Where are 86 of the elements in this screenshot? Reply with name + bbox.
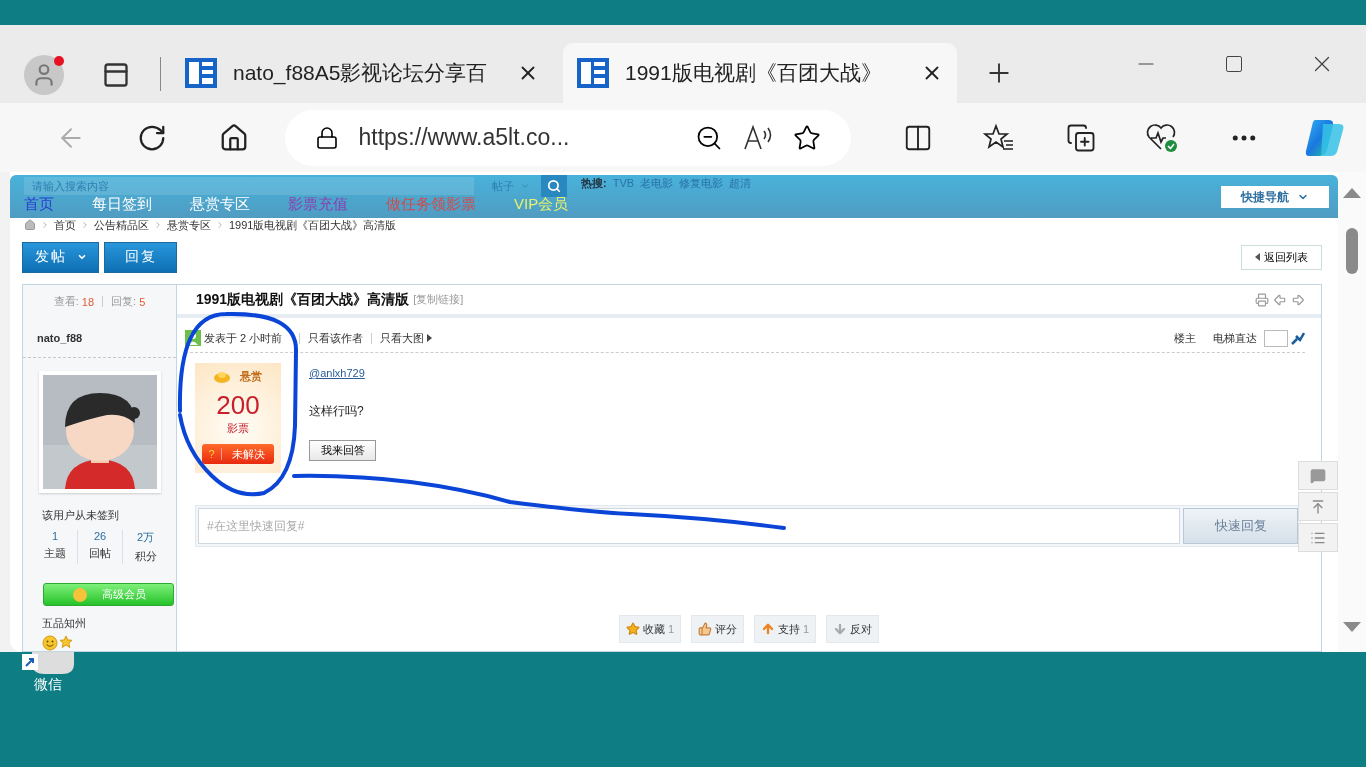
reaction-button[interactable]: 反对 bbox=[826, 615, 880, 643]
stat-value[interactable]: 26 bbox=[93, 530, 107, 542]
browser-health-icon[interactable] bbox=[1145, 122, 1180, 153]
only-author-link[interactable]: 只看该作者 bbox=[308, 330, 364, 346]
breadcrumb-separator-icon bbox=[215, 220, 225, 230]
smiley-icon bbox=[42, 635, 58, 651]
breadcrumb-separator-icon bbox=[153, 220, 163, 230]
site-favicon-icon bbox=[577, 58, 609, 88]
quick-nav-button[interactable]: 快捷导航 bbox=[1221, 186, 1329, 208]
big-images-link[interactable]: 只看大图 bbox=[380, 330, 425, 346]
user-group-badge: 高级会员 bbox=[43, 583, 174, 606]
collections-icon[interactable] bbox=[1065, 122, 1096, 153]
browser-tab[interactable]: 1991版电视剧《百团大战》 bbox=[563, 43, 957, 103]
bounty-label: 悬赏 bbox=[240, 369, 262, 384]
read-aloud-icon[interactable] bbox=[743, 124, 773, 151]
caret-icon bbox=[1255, 253, 1260, 261]
thumbs-up-icon bbox=[698, 622, 712, 636]
post-time: 发表于 2 小时前 bbox=[204, 330, 283, 346]
previous-thread-icon[interactable] bbox=[1273, 292, 1287, 307]
answer-button[interactable]: 我来回答 bbox=[309, 440, 376, 461]
hot-search-label: 热搜: bbox=[581, 175, 607, 191]
breadcrumb-link[interactable]: 首页 bbox=[54, 217, 76, 233]
comment-button[interactable] bbox=[1298, 461, 1338, 490]
thread-title: 1991版电视剧《百团大战》高清版 bbox=[196, 290, 410, 309]
quick-reply-field[interactable]: #在这里快速回复# bbox=[198, 508, 1180, 544]
jump-label: 电梯直达 bbox=[1213, 330, 1257, 346]
lock-icon[interactable] bbox=[314, 125, 339, 150]
stat-value[interactable]: 2万 bbox=[136, 530, 155, 545]
stat-label: 主题 bbox=[44, 546, 66, 561]
desktop-icon-label[interactable]: 微信 bbox=[34, 676, 62, 694]
tab-actions-icon[interactable] bbox=[102, 61, 130, 89]
reaction-button[interactable]: 支持 1 bbox=[754, 615, 817, 643]
bounty-unit: 影票 bbox=[227, 421, 249, 436]
breadcrumb-link[interactable]: 悬赏专区 bbox=[167, 217, 211, 233]
scroll-down-arrow[interactable] bbox=[1343, 622, 1361, 632]
scroll-up-arrow[interactable] bbox=[1343, 188, 1361, 198]
nav-link[interactable]: 悬赏专区 bbox=[190, 195, 250, 214]
breadcrumb-separator-icon bbox=[80, 220, 90, 230]
view-reply-stats: 查看: 18 回复: 5 bbox=[52, 294, 147, 310]
favorite-star-icon[interactable] bbox=[793, 123, 821, 152]
emoji-icon bbox=[71, 586, 88, 603]
go-icon[interactable] bbox=[1291, 331, 1305, 345]
stat-label: 回帖 bbox=[89, 546, 111, 561]
reaction-button[interactable]: 评分 bbox=[691, 615, 744, 643]
address-bar[interactable]: https://www.a5lt.co... bbox=[284, 109, 851, 166]
next-thread-icon[interactable] bbox=[1291, 292, 1305, 307]
print-icon[interactable] bbox=[1255, 292, 1269, 307]
question-mark: ? bbox=[202, 448, 222, 460]
checkin-status: 该用户从未签到 bbox=[41, 508, 120, 523]
new-post-button[interactable]: 发帖 bbox=[22, 241, 99, 273]
user-rank: 五品知州 bbox=[41, 616, 87, 631]
star-icon bbox=[625, 622, 640, 636]
mention-link[interactable]: @anlxh729 bbox=[309, 367, 376, 379]
search-icon bbox=[547, 179, 561, 193]
caret-icon bbox=[520, 181, 530, 191]
back-to-list-button[interactable]: 返回列表 bbox=[1241, 244, 1322, 270]
floor-label: 楼主 bbox=[1174, 330, 1196, 346]
comment-icon bbox=[1310, 467, 1326, 484]
bounty-amount: 200 bbox=[216, 390, 260, 421]
favorites-icon[interactable] bbox=[983, 122, 1016, 153]
nav-link[interactable]: 每日签到 bbox=[92, 195, 152, 214]
breadcrumb-separator-icon bbox=[40, 220, 50, 230]
reply-button[interactable]: 回复 bbox=[104, 241, 177, 273]
breadcrumb-link[interactable]: 1991版电视剧《百团大战》高清版 bbox=[229, 217, 397, 233]
caret-icon bbox=[76, 252, 87, 262]
bounty-status-text: 未解决 bbox=[230, 446, 266, 462]
search-button[interactable] bbox=[541, 175, 567, 197]
triangle-icon bbox=[427, 334, 433, 342]
copy-link[interactable]: [复制链接] bbox=[413, 292, 464, 307]
browser-tab[interactable]: nato_f88A5影视论坛分享百 bbox=[171, 43, 553, 103]
post-body: 这样行吗? bbox=[309, 403, 365, 420]
scrollbar-thumb[interactable] bbox=[1346, 228, 1358, 274]
quick-reply-button[interactable]: 快速回复 bbox=[1183, 508, 1298, 544]
ingot-icon bbox=[214, 370, 230, 383]
author-name[interactable]: nato_f88 bbox=[23, 318, 176, 358]
back-to-top-icon bbox=[1310, 498, 1326, 515]
stat-label: 积分 bbox=[134, 549, 157, 564]
site-favicon-icon bbox=[185, 58, 217, 88]
star-icon bbox=[59, 635, 73, 649]
nav-link[interactable]: 首页 bbox=[24, 195, 54, 214]
stat-value[interactable]: 1 bbox=[51, 530, 59, 542]
breadcrumb-link[interactable]: 公告精品区 bbox=[94, 217, 149, 233]
maximize-icon[interactable] bbox=[1224, 54, 1244, 74]
profile-avatar[interactable] bbox=[24, 55, 64, 95]
reaction-button[interactable]: 收藏 1 bbox=[618, 615, 681, 643]
floor-jump-field[interactable] bbox=[1264, 329, 1288, 347]
